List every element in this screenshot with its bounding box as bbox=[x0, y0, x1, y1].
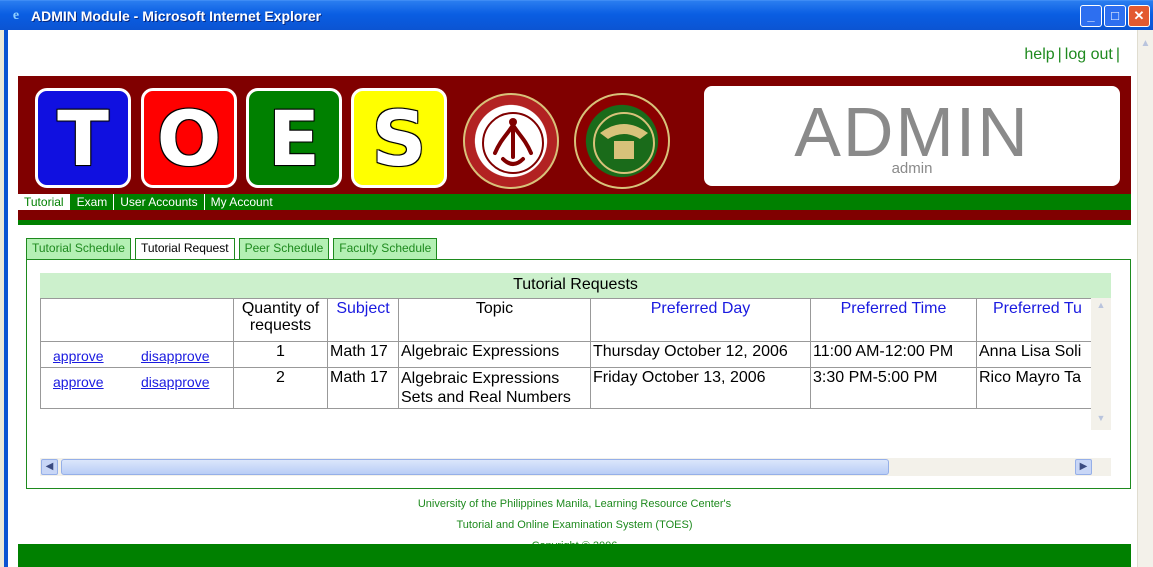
tab-peer-schedule[interactable]: Peer Schedule bbox=[238, 238, 330, 259]
admin-username: admin bbox=[891, 160, 933, 177]
banner: T O E S ADMIN admin Tutorial Exam User A… bbox=[18, 76, 1131, 220]
sub-tabs: Tutorial Schedule Tutorial Request Peer … bbox=[26, 238, 441, 260]
header-quantity: Quantity of requests bbox=[233, 298, 328, 342]
scroll-down-icon[interactable]: ▼ bbox=[1093, 413, 1109, 429]
minimize-button[interactable]: _ bbox=[1080, 5, 1102, 27]
lrc-seal-icon bbox=[463, 93, 559, 189]
tab-faculty-schedule[interactable]: Faculty Schedule bbox=[333, 238, 438, 259]
ie-icon: e bbox=[12, 8, 20, 23]
disapprove-link[interactable]: disapprove bbox=[141, 374, 210, 390]
main-nav: Tutorial Exam User Accounts My Account bbox=[18, 194, 1131, 210]
cell-topic: Algebraic Expressions Sets and Real Numbe… bbox=[398, 367, 591, 409]
help-link[interactable]: help bbox=[1024, 46, 1054, 63]
scroll-up-icon[interactable]: ▲ bbox=[1093, 300, 1109, 316]
approve-link[interactable]: approve bbox=[53, 374, 104, 390]
close-button[interactable]: ✕ bbox=[1128, 5, 1150, 27]
approve-link[interactable]: approve bbox=[53, 348, 104, 364]
cell-day: Friday October 13, 2006 bbox=[590, 367, 811, 409]
header-preferred-time[interactable]: Preferred Time bbox=[810, 298, 977, 342]
toes-tile-o: O bbox=[141, 88, 237, 188]
cell-tutor: Rico Mayro Ta bbox=[976, 367, 1097, 409]
header-topic: Topic bbox=[398, 298, 591, 342]
nav-user-accounts[interactable]: User Accounts bbox=[114, 194, 205, 210]
header-actions bbox=[40, 298, 234, 342]
topic-line: Algebraic Expressions bbox=[401, 370, 560, 387]
cell-day: Thursday October 12, 2006 bbox=[590, 341, 811, 368]
nav-bottom-bar bbox=[18, 220, 1131, 225]
scroll-up-icon[interactable]: ▲ bbox=[1138, 38, 1153, 54]
toes-tile-e: E bbox=[246, 88, 342, 188]
panel-title: Tutorial Requests bbox=[40, 273, 1111, 298]
topic-line: Sets and Real Numbers bbox=[401, 389, 571, 406]
tutorial-requests-panel: Tutorial Requests Quantity of requests S… bbox=[26, 259, 1131, 489]
scroll-right-icon[interactable]: ▶ bbox=[1075, 459, 1092, 475]
scroll-thumb[interactable] bbox=[61, 459, 889, 475]
requests-grid: Quantity of requests Subject Topic Prefe… bbox=[40, 298, 1111, 454]
maximize-button[interactable]: □ bbox=[1104, 5, 1126, 27]
page-viewport: help | log out | T O E S ADMIN admin Tutor bbox=[4, 30, 1137, 567]
footer-bar bbox=[18, 544, 1131, 567]
footer-line-2: Tutorial and Online Examination System (… bbox=[456, 519, 693, 531]
nav-my-account[interactable]: My Account bbox=[205, 194, 279, 210]
header-subject[interactable]: Subject bbox=[327, 298, 399, 342]
tile-letter: E bbox=[268, 94, 320, 183]
requests-table: Quantity of requests Subject Topic Prefe… bbox=[40, 298, 1097, 409]
row-actions: approve disapprove bbox=[40, 341, 234, 368]
footer-line-1: University of the Philippines Manila, Le… bbox=[417, 498, 732, 510]
tab-tutorial-request[interactable]: Tutorial Request bbox=[134, 238, 235, 260]
logout-link[interactable]: log out bbox=[1065, 46, 1113, 63]
grid-vertical-scrollbar[interactable]: ▲ ▼ bbox=[1091, 298, 1111, 430]
cell-subject: Math 17 bbox=[327, 341, 399, 368]
row-actions: approve disapprove bbox=[40, 367, 234, 409]
grid-horizontal-scrollbar[interactable]: ◀ ▶ bbox=[40, 458, 1111, 476]
cell-topic: Algebraic Expressions bbox=[398, 341, 591, 368]
up-manila-seal-icon bbox=[574, 93, 670, 189]
nav-tutorial[interactable]: Tutorial bbox=[18, 194, 71, 210]
table-row: approve disapprove 1 Math 17 Algebraic Ex… bbox=[40, 341, 1097, 368]
admin-box: ADMIN admin bbox=[704, 86, 1120, 186]
tile-letter: O bbox=[156, 94, 222, 183]
cell-tutor: Anna Lisa Soli bbox=[976, 341, 1097, 368]
cell-subject: Math 17 bbox=[327, 367, 399, 409]
cell-time: 11:00 AM-12:00 PM bbox=[810, 341, 977, 368]
table-row: approve disapprove 2 Math 17 Algebraic Ex… bbox=[40, 367, 1097, 409]
nav-exam[interactable]: Exam bbox=[71, 194, 115, 210]
page-vertical-scrollbar[interactable]: ▲ bbox=[1137, 30, 1153, 567]
table-header-row: Quantity of requests Subject Topic Prefe… bbox=[40, 298, 1097, 342]
tile-letter: T bbox=[57, 94, 109, 183]
header-preferred-day[interactable]: Preferred Day bbox=[590, 298, 811, 342]
cell-quantity: 2 bbox=[233, 367, 328, 409]
window-titlebar: e ADMIN Module - Microsoft Internet Expl… bbox=[0, 0, 1153, 30]
toes-tile-s: S bbox=[351, 88, 447, 188]
tab-tutorial-schedule[interactable]: Tutorial Schedule bbox=[26, 238, 131, 259]
separator: | bbox=[1057, 46, 1062, 63]
tile-letter: S bbox=[371, 94, 427, 183]
up-seal-graphic bbox=[593, 112, 655, 174]
cell-time: 3:30 PM-5:00 PM bbox=[810, 367, 977, 409]
lrc-seal-graphic bbox=[482, 112, 544, 174]
top-links: help | log out | bbox=[1024, 46, 1123, 64]
toes-tile-t: T bbox=[35, 88, 131, 188]
window-title: ADMIN Module - Microsoft Internet Explor… bbox=[31, 8, 322, 24]
disapprove-link[interactable]: disapprove bbox=[141, 348, 210, 364]
separator: | bbox=[1115, 46, 1120, 63]
cell-quantity: 1 bbox=[233, 341, 328, 368]
scroll-left-icon[interactable]: ◀ bbox=[41, 459, 58, 475]
header-preferred-tutor[interactable]: Preferred Tu bbox=[976, 298, 1097, 342]
